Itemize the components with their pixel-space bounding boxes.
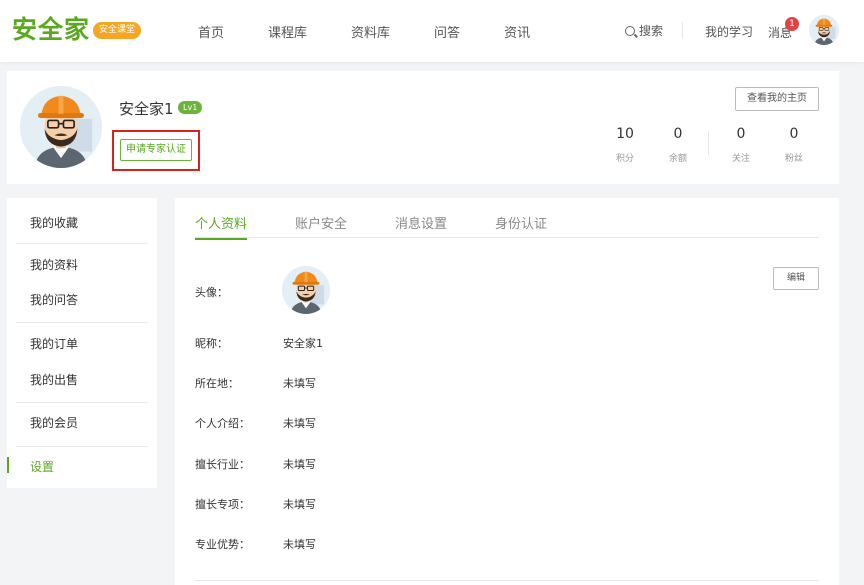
field-label-specialty: 擅长专项： [195,498,250,511]
field-avatar [282,266,330,314]
active-indicator [7,457,9,473]
profile-card: 安全家1 Lv1 申请专家认证 查看我的主页 10 积分 0 余额 0 关注 0… [7,71,839,184]
stat-divider [708,131,709,155]
nav-news[interactable]: 资讯 [504,22,530,41]
apply-expert-button[interactable]: 申请专家认证 [120,139,192,161]
sidebar-menu: 我的收藏 我的资料 我的问答 我的订单 我的出售 我的会员 设置 [7,198,157,488]
message-count-badge: 1 [785,17,799,31]
field-value-intro: 未填写 [283,417,316,430]
field-label-intro: 个人介绍： [195,417,250,430]
logo-badge: 安全课堂 [93,21,142,39]
avatar-image-icon [20,86,102,168]
stat-label: 关注 [731,154,750,164]
header-avatar[interactable] [809,15,839,45]
sidebar-divider [16,322,148,323]
edit-button[interactable]: 编辑 [773,267,819,290]
section-divider [195,580,819,581]
sidebar-divider [16,446,148,447]
view-homepage-button[interactable]: 查看我的主页 [735,87,819,111]
tab-profile[interactable]: 个人资料 [195,213,248,240]
field-value-advantage: 未填写 [283,538,316,551]
avatar-image-icon [809,15,839,45]
stat-value: 10 [616,126,634,142]
my-study-link[interactable]: 我的学习 [705,23,753,40]
site-logo[interactable]: 安全家 安全课堂 [12,15,142,45]
search-link[interactable]: 搜索 [625,22,663,39]
sidebar-item-favorites[interactable]: 我的收藏 [30,214,78,231]
sidebar-item-settings[interactable]: 设置 [30,458,54,475]
tab-message-settings[interactable]: 消息设置 [395,213,447,240]
stat-label: 余额 [668,154,687,164]
stat-points: 10 积分 [605,126,645,164]
field-value-location: 未填写 [283,377,316,390]
search-icon [625,25,635,36]
tab-identity[interactable]: 身份认证 [495,213,547,240]
settings-tabs: 个人资料 账户安全 消息设置 身份认证 [195,213,595,240]
sidebar-divider [16,402,148,403]
profile-avatar [20,86,102,168]
sidebar-divider [16,243,148,244]
field-label-industry: 擅长行业： [195,458,250,471]
settings-panel: 个人资料 账户安全 消息设置 身份认证 编辑 头像： 昵称： 安全家1 所在地：… [175,198,839,585]
stat-value: 0 [736,126,746,142]
header-divider [682,22,683,38]
nav-library[interactable]: 资料库 [351,22,390,41]
stat-label: 粉丝 [784,154,803,164]
nav-courses[interactable]: 课程库 [268,22,307,41]
field-label-nickname: 昵称： [195,337,228,350]
tab-account-security[interactable]: 账户安全 [295,213,347,240]
sidebar-item-questions[interactable]: 我的问答 [30,291,78,308]
nav-home[interactable]: 首页 [198,22,224,41]
avatar-image-icon [282,266,330,314]
stat-value: 0 [673,126,683,142]
stat-balance: 0 余额 [658,126,698,164]
main-nav: 首页 课程库 资料库 问答 资讯 [198,0,574,62]
expert-highlight-box: 申请专家认证 [112,130,200,171]
stat-following[interactable]: 0 关注 [721,126,761,164]
top-header: 安全家 安全课堂 首页 课程库 资料库 问答 资讯 搜索 我的学习 消息 1 [0,0,864,62]
logo-text: 安全家 [12,15,91,44]
sidebar-item-sales[interactable]: 我的出售 [30,371,78,388]
field-label-avatar: 头像： [195,286,228,299]
field-value-specialty: 未填写 [283,498,316,511]
tab-underline [195,237,819,238]
field-value-industry: 未填写 [283,458,316,471]
stat-label: 积分 [615,154,634,164]
sidebar-item-materials[interactable]: 我的资料 [30,256,78,273]
search-label: 搜索 [639,24,664,38]
sidebar-item-orders[interactable]: 我的订单 [30,335,78,352]
field-value-nickname: 安全家1 [283,337,323,350]
sidebar-item-membership[interactable]: 我的会员 [30,414,78,431]
level-badge: Lv1 [178,101,203,114]
nav-qa[interactable]: 问答 [434,22,460,41]
stat-value: 0 [789,126,799,142]
profile-username: 安全家1 [119,100,174,118]
field-label-location: 所在地： [195,377,239,390]
stat-followers[interactable]: 0 粉丝 [774,126,814,164]
field-label-advantage: 专业优势： [195,538,250,551]
